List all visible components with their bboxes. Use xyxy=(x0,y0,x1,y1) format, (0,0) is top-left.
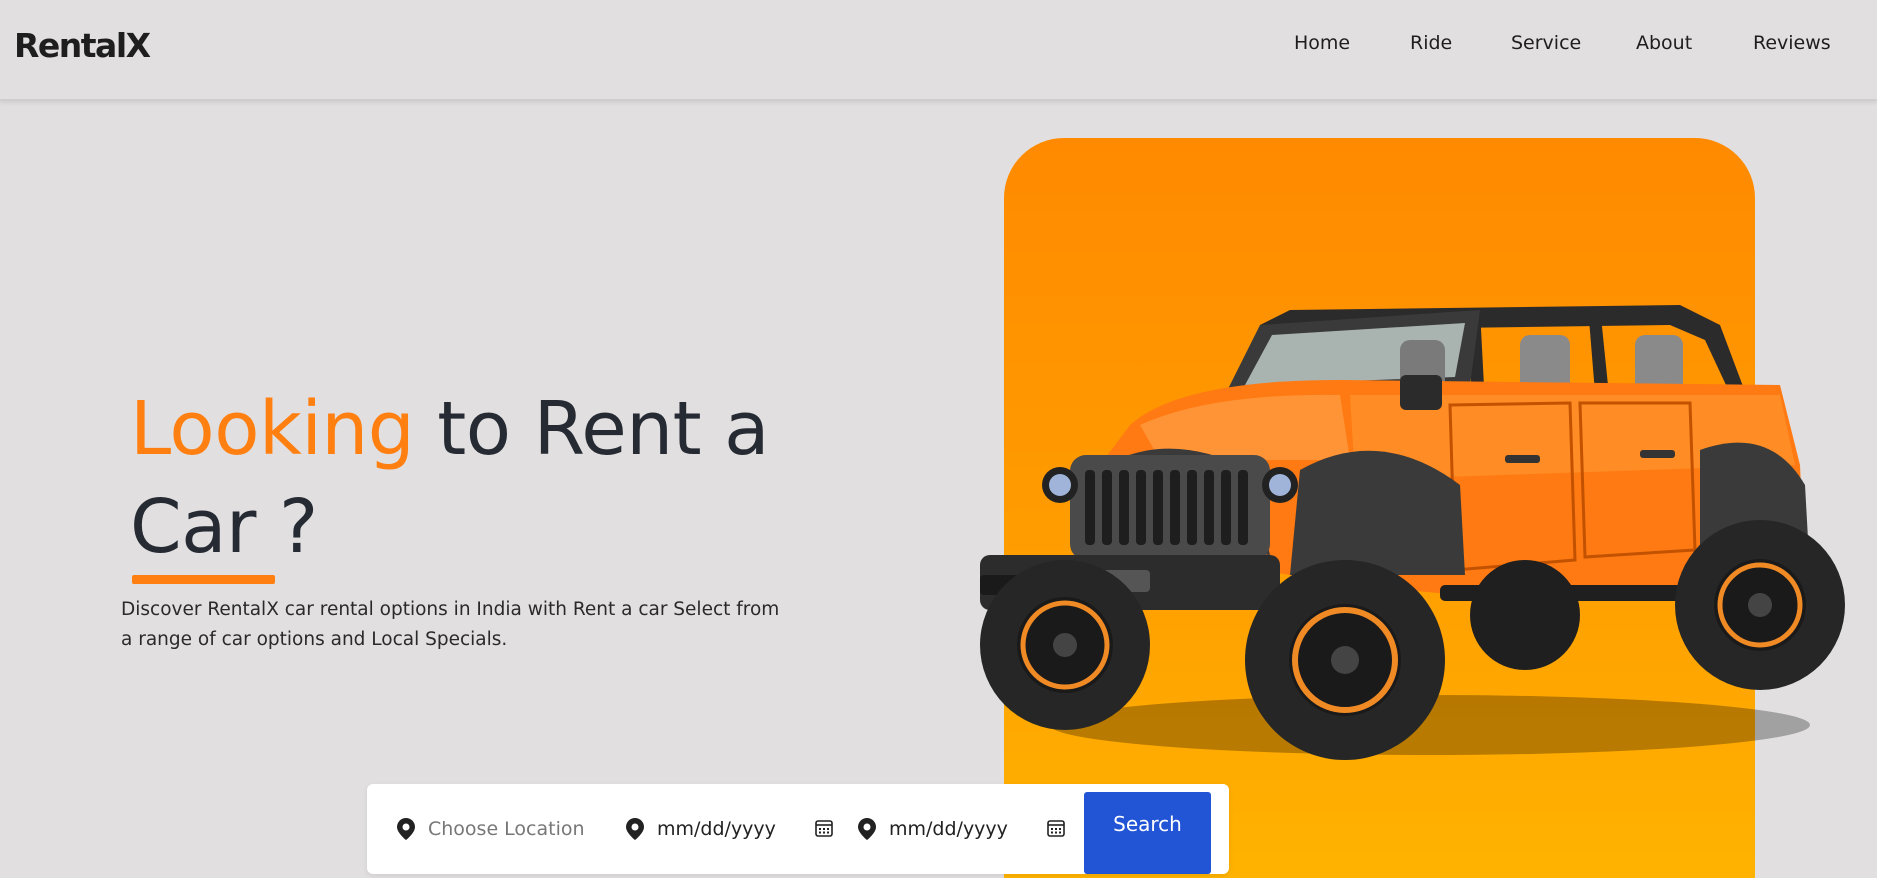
nav-reviews[interactable]: Reviews xyxy=(1753,32,1831,54)
return-date-value: mm/dd/yyyy xyxy=(889,818,1008,840)
nav-ride[interactable]: Ride xyxy=(1410,32,1452,54)
search-bar: Choose Location mm/dd/yyyy mm/dd/yyyy Se… xyxy=(367,784,1229,874)
map-pin-icon xyxy=(858,818,876,840)
nav-about[interactable]: About xyxy=(1636,32,1692,54)
nav-home[interactable]: Home xyxy=(1294,32,1350,54)
return-date-field[interactable]: mm/dd/yyyy xyxy=(849,784,1065,874)
location-placeholder: Choose Location xyxy=(428,818,585,840)
headline-line2: Car ? xyxy=(130,484,318,570)
site-header: RentalX Home Ride Service About Reviews xyxy=(0,0,1877,101)
hero-description: Discover RentalX car rental options in I… xyxy=(121,599,780,650)
pickup-date-value: mm/dd/yyyy xyxy=(657,818,776,840)
calendar-icon[interactable] xyxy=(815,819,833,837)
pickup-date-field[interactable]: mm/dd/yyyy xyxy=(617,784,833,874)
headline-accent: Looking xyxy=(130,386,415,472)
map-pin-icon xyxy=(626,818,644,840)
hero-headline: Looking to Rent a Car ? xyxy=(130,380,830,576)
calendar-icon[interactable] xyxy=(1047,819,1065,837)
headline-rest: to Rent a xyxy=(414,386,770,472)
map-pin-icon xyxy=(397,818,415,840)
jeep-illustration xyxy=(980,305,1845,760)
brand-logo[interactable]: RentalX xyxy=(14,26,151,65)
headline-underline xyxy=(132,575,275,584)
nav-service[interactable]: Service xyxy=(1511,32,1581,54)
location-field[interactable]: Choose Location xyxy=(387,784,597,874)
search-button[interactable]: Search xyxy=(1084,792,1211,874)
